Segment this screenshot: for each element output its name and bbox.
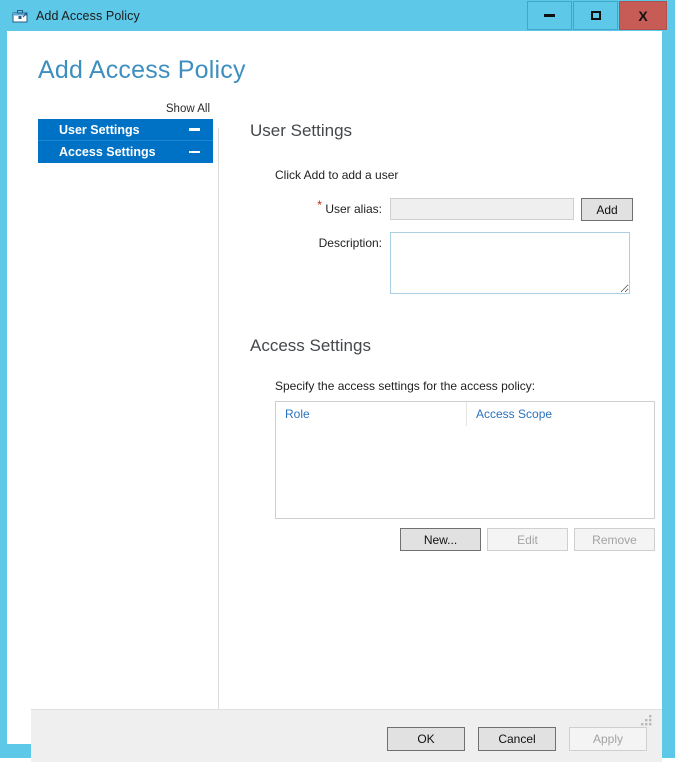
ok-button[interactable]: OK	[387, 727, 465, 751]
title-bar-left: Add Access Policy	[12, 0, 140, 31]
user-alias-row: * User alias: Add	[250, 198, 660, 221]
resize-grip-icon[interactable]	[640, 714, 653, 727]
access-settings-table-wrap: Role Access Scope New... Edit Remove	[275, 401, 660, 551]
sidebar-divider	[218, 128, 219, 709]
dialog-client-area: Add Access Policy Show All User Settings…	[7, 31, 662, 762]
content-pane: User Settings Click Add to add a user * …	[250, 121, 660, 551]
cancel-button[interactable]: Cancel	[478, 727, 556, 751]
column-header-access-scope[interactable]: Access Scope	[466, 402, 654, 426]
maximize-icon	[590, 11, 601, 20]
description-textarea[interactable]	[390, 232, 630, 294]
minimize-icon	[544, 14, 555, 17]
access-settings-table[interactable]: Role Access Scope	[275, 401, 655, 519]
description-label: Description:	[318, 236, 382, 250]
sidebar-item-user-settings[interactable]: User Settings	[38, 119, 213, 141]
maximize-button[interactable]	[573, 1, 618, 30]
show-all-link[interactable]: Show All	[38, 101, 213, 119]
window-title: Add Access Policy	[36, 8, 140, 23]
access-settings-hint: Specify the access settings for the acce…	[275, 379, 536, 393]
title-bar[interactable]: Add Access Policy X	[0, 0, 675, 31]
dialog-footer: OK Cancel Apply	[31, 709, 662, 762]
access-table-buttons: New... Edit Remove	[275, 528, 655, 551]
window-frame: Add Access Policy X Add Access Policy Sh…	[0, 0, 675, 762]
footer-buttons: OK Cancel Apply	[387, 727, 647, 751]
close-button[interactable]: X	[619, 1, 667, 30]
user-alias-label: * User alias:	[250, 198, 390, 220]
required-marker: *	[317, 198, 322, 212]
section-heading-access-settings: Access Settings	[250, 336, 371, 355]
section-heading-user-settings: User Settings	[250, 121, 353, 140]
description-row: Description:	[250, 232, 660, 294]
sidebar-item-label: Access Settings	[59, 145, 156, 159]
column-header-role[interactable]: Role	[276, 402, 466, 426]
user-alias-input[interactable]	[390, 198, 574, 220]
minus-icon[interactable]	[189, 128, 200, 131]
user-alias-label-text: User alias:	[325, 202, 382, 216]
add-user-button[interactable]: Add	[581, 198, 633, 221]
user-settings-hint: Click Add to add a user	[275, 168, 399, 182]
page-title: Add Access Policy	[38, 56, 246, 84]
close-icon: X	[638, 7, 648, 24]
minimize-button[interactable]	[527, 1, 572, 30]
edit-role-button[interactable]: Edit	[487, 528, 568, 551]
sidebar: Show All User Settings Access Settings	[38, 101, 213, 163]
apply-button[interactable]: Apply	[569, 727, 647, 751]
table-body-empty[interactable]	[276, 426, 654, 518]
minus-icon[interactable]	[189, 150, 200, 154]
policy-toolbox-icon	[12, 9, 28, 22]
sidebar-item-access-settings[interactable]: Access Settings	[38, 141, 213, 163]
remove-role-button[interactable]: Remove	[574, 528, 655, 551]
new-role-button[interactable]: New...	[400, 528, 481, 551]
table-header-row: Role Access Scope	[276, 402, 654, 426]
sidebar-item-label: User Settings	[59, 122, 140, 137]
